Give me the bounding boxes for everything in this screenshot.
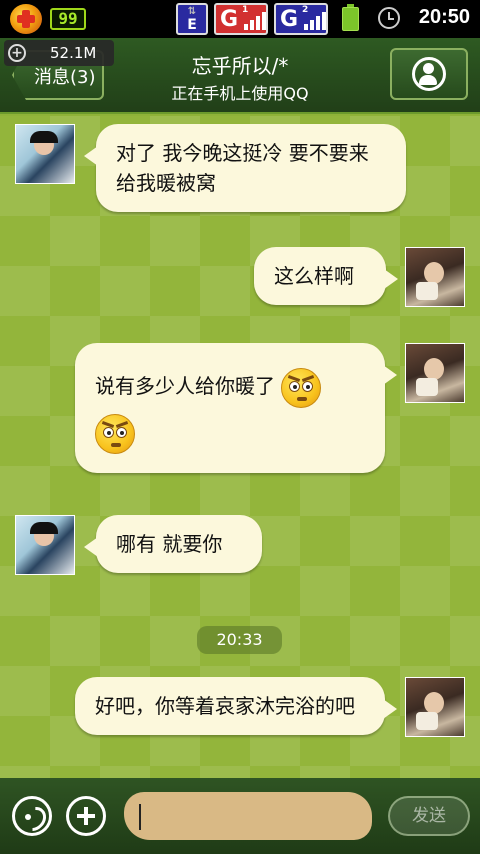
message-bubble[interactable]: 对了 我今晚这挺冷 要不要来给我暖被窝	[84, 124, 406, 212]
angry-face-emoji	[95, 413, 135, 454]
input-bar: 发送	[0, 778, 480, 854]
alarm-icon	[378, 7, 400, 29]
message-text: 说有多少人给你暖了	[95, 374, 275, 398]
my-avatar[interactable]	[405, 343, 465, 403]
status-time: 20:50	[418, 6, 470, 28]
battery-icon	[342, 4, 359, 31]
add-attachment-button[interactable]	[66, 796, 106, 836]
angry-face-emoji	[281, 367, 322, 408]
gprs-signal-1-icon: G 1	[214, 3, 268, 35]
title-bar: 消息(3) + 52.1M 忘乎所以/* 正在手机上使用QQ	[0, 38, 480, 114]
friend-avatar[interactable]	[15, 515, 75, 575]
battery-percent-icon: 99	[50, 8, 86, 30]
my-avatar[interactable]	[405, 247, 465, 307]
text-cursor	[139, 804, 141, 830]
app-icon	[10, 4, 42, 34]
message-bubble[interactable]: 说有多少人给你暖了	[75, 343, 397, 473]
message-text: 这么样啊	[274, 264, 354, 288]
message-timestamp: 20:33	[197, 626, 282, 654]
message-text: 对了 我今晚这挺冷 要不要来给我暖被窝	[116, 141, 369, 195]
profile-button[interactable]	[390, 48, 468, 100]
message-bubble[interactable]: 这么样啊	[254, 247, 398, 305]
voice-icon[interactable]	[12, 796, 52, 836]
my-avatar[interactable]	[405, 677, 465, 737]
status-bar: 99 ⇅ E G 1 G 2 20:50	[0, 0, 480, 38]
message-text: 好吧，你等着哀家沐完浴的吧	[95, 694, 355, 718]
send-button[interactable]: 发送	[388, 796, 470, 836]
message-bubble[interactable]: 哪有 就要你	[84, 515, 262, 573]
friend-avatar[interactable]	[15, 124, 75, 184]
message-bubble[interactable]: 好吧，你等着哀家沐完浴的吧	[75, 677, 397, 735]
message-input[interactable]	[124, 792, 372, 840]
chat-area[interactable]: 对了 我今晚这挺冷 要不要来给我暖被窝 这么样啊 说有多少人给你暖了 哪有 就要…	[0, 116, 480, 778]
edge-network-icon: ⇅ E	[176, 3, 208, 35]
gprs-signal-2-icon: G 2	[274, 3, 328, 35]
person-icon	[412, 57, 446, 91]
message-text: 哪有 就要你	[116, 532, 223, 556]
